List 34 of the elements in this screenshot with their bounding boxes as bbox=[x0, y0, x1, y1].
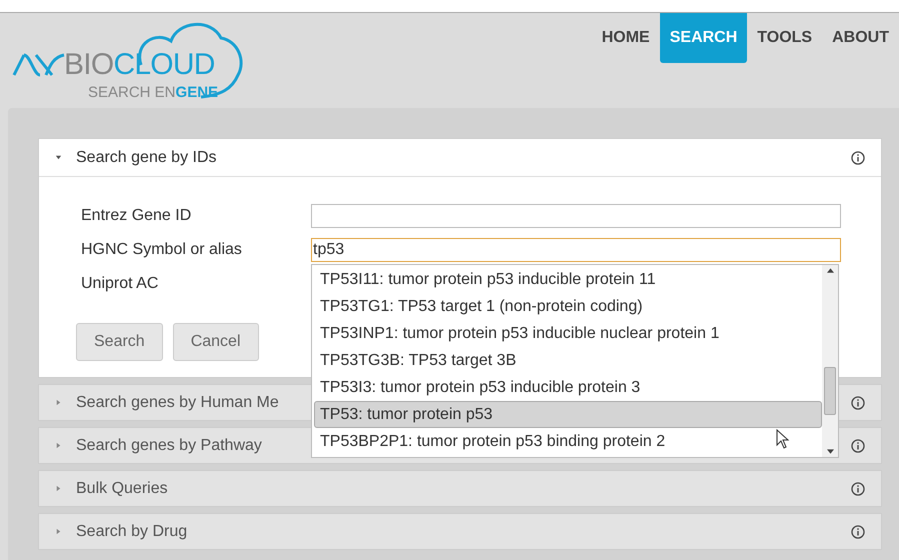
section-title: Search gene by IDs bbox=[76, 148, 217, 168]
info-icon[interactable] bbox=[851, 438, 865, 452]
section-title: Search genes by Pathway bbox=[76, 436, 262, 456]
form-button[interactable]: Cancel bbox=[172, 323, 259, 361]
info-icon[interactable] bbox=[851, 150, 865, 164]
text-input[interactable] bbox=[311, 204, 841, 228]
nav-tab[interactable]: ABOUT bbox=[822, 13, 899, 63]
scroll-down-icon[interactable] bbox=[826, 449, 834, 454]
suggestion-item[interactable]: TP53BP2P1: tumor protein p53 binding protein 2 bbox=[314, 428, 822, 455]
scrollbar[interactable] bbox=[822, 265, 838, 457]
suggestion-item[interactable]: TP53: tumor protein p53 bbox=[314, 401, 822, 428]
info-icon[interactable] bbox=[851, 524, 865, 538]
info-icon[interactable] bbox=[851, 482, 865, 496]
logo-text: BIOCLOUD bbox=[64, 48, 215, 81]
form-button[interactable]: Search bbox=[76, 323, 163, 361]
section-title: Bulk Queries bbox=[76, 478, 168, 498]
scroll-up-icon[interactable] bbox=[826, 268, 834, 273]
suggestion-item[interactable]: TP53TG1: TP53 target 1 (non-protein coding) bbox=[314, 293, 822, 320]
text-input[interactable]: tp53 bbox=[311, 238, 841, 262]
suggestion-item[interactable]: TP53TG3B: TP53 target 3B bbox=[314, 347, 822, 374]
section-title: Search by Drug bbox=[76, 522, 188, 542]
info-icon[interactable] bbox=[851, 396, 865, 410]
accordion-header[interactable]: Search gene by IDs bbox=[39, 139, 881, 177]
nav-tab[interactable]: TOOLS bbox=[747, 13, 822, 63]
field-label: HGNC Symbol or alias bbox=[81, 240, 243, 260]
field-label: Entrez Gene ID bbox=[81, 206, 192, 226]
suggestion-item[interactable]: TP53INP1: tumor protein p53 inducible nuclear protein 1 bbox=[314, 320, 822, 347]
suggestion-item[interactable]: TP53I3: tumor protein p53 inducible protein 3 bbox=[314, 374, 822, 401]
scroll-thumb[interactable] bbox=[824, 367, 836, 415]
nav-tab[interactable]: HOME bbox=[592, 13, 660, 63]
field-label: Uniprot AC bbox=[81, 274, 160, 294]
section-title: Search genes by Human Me bbox=[76, 392, 279, 412]
suggestion-item[interactable]: TP53I11: tumor protein p53 inducible protein 11 bbox=[314, 266, 822, 293]
mouse-cursor-icon bbox=[776, 429, 790, 449]
